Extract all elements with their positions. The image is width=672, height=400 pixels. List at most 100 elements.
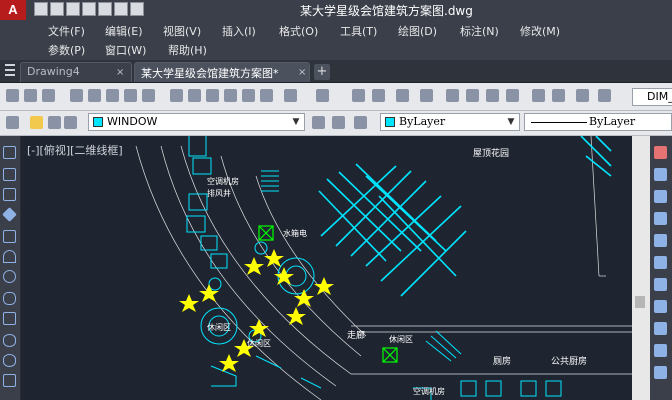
polyline-icon[interactable]: [3, 188, 16, 201]
revision-cloud-icon[interactable]: [3, 292, 16, 305]
menu-draw[interactable]: 绘图(D): [398, 23, 437, 39]
paste-icon[interactable]: [206, 89, 219, 102]
print-icon[interactable]: [70, 89, 83, 102]
new-icon[interactable]: [6, 89, 19, 102]
layer-properties-icon[interactable]: [6, 116, 19, 129]
layer-lock-icon[interactable]: [64, 116, 77, 129]
block-editor-icon[interactable]: [242, 89, 255, 102]
copy-object-icon[interactable]: [654, 168, 667, 181]
spline-icon[interactable]: [3, 312, 16, 325]
undo-icon[interactable]: [114, 2, 128, 16]
menu-view[interactable]: 视图(V): [163, 23, 201, 39]
viewport-controls[interactable]: [-][俯视][二维线框]: [27, 142, 123, 158]
pan-icon[interactable]: [352, 89, 365, 102]
rectangle-icon[interactable]: [3, 230, 16, 243]
vertical-scrollbar[interactable]: [632, 136, 650, 400]
save-as-icon[interactable]: [82, 2, 96, 16]
layer-on-bulb-icon[interactable]: [30, 116, 43, 129]
sheet-set-manager-icon[interactable]: [506, 89, 519, 102]
move-icon[interactable]: [654, 256, 667, 269]
ellipse-icon[interactable]: [3, 334, 16, 347]
trim-icon[interactable]: [654, 344, 667, 357]
hamburger-menu-icon[interactable]: [5, 64, 15, 76]
make-object-layer-current-icon[interactable]: [312, 116, 325, 129]
drawing-label: 走廊: [347, 331, 366, 341]
properties-icon[interactable]: [446, 89, 459, 102]
construction-line-icon[interactable]: [3, 168, 16, 181]
dimension-style-icon[interactable]: [598, 89, 611, 102]
drawing-label: 水箱电: [283, 229, 307, 238]
menu-parameter[interactable]: 参数(P): [48, 42, 85, 58]
drawing-label: 休闲区: [247, 339, 271, 348]
text-style-icon[interactable]: [576, 89, 589, 102]
insert-block-icon[interactable]: [3, 374, 16, 387]
title-bar: A 某大学星级会馆建筑方案图.dwg: [0, 0, 672, 20]
save-icon[interactable]: [42, 89, 55, 102]
chevron-down-icon[interactable]: ▼: [505, 116, 517, 128]
menu-help[interactable]: 帮助(H): [168, 42, 207, 58]
layer-state-icon[interactable]: [354, 116, 367, 129]
layer-previous-icon[interactable]: [332, 116, 345, 129]
line-tool-icon[interactable]: [3, 146, 16, 159]
color-dropdown[interactable]: ByLayer ▼: [380, 113, 520, 131]
close-tab-icon[interactable]: ×: [298, 67, 306, 78]
color-swatch: [385, 117, 395, 127]
layer-dropdown[interactable]: WINDOW ▼: [88, 113, 305, 131]
dimension-style-combo[interactable]: DIM_: [632, 88, 672, 106]
linetype-dropdown[interactable]: ByLayer: [524, 113, 672, 131]
redo-icon[interactable]: [316, 89, 329, 102]
zoom-realtime-icon[interactable]: [372, 89, 385, 102]
menu-window[interactable]: 窗口(W): [105, 42, 146, 58]
open-icon[interactable]: [24, 89, 37, 102]
redo-icon[interactable]: [130, 2, 144, 16]
menu-dimension[interactable]: 标注(N): [460, 23, 499, 39]
scrollbar-thumb[interactable]: [635, 296, 645, 308]
open-file-icon[interactable]: [50, 2, 64, 16]
match-properties-icon[interactable]: [224, 89, 237, 102]
polygon-icon[interactable]: [2, 207, 17, 222]
stretch-icon[interactable]: [654, 322, 667, 335]
cut-icon[interactable]: [170, 89, 183, 102]
ellipse-arc-icon[interactable]: [3, 354, 16, 367]
print-icon[interactable]: [98, 2, 112, 16]
menu-edit[interactable]: 编辑(E): [105, 23, 143, 39]
menu-modify[interactable]: 修改(M): [520, 23, 560, 39]
tab-label: 某大学星级会馆建筑方案图*: [141, 67, 279, 80]
publish-icon[interactable]: [106, 89, 119, 102]
zoom-previous-icon[interactable]: [420, 89, 433, 102]
new-file-icon[interactable]: [34, 2, 48, 16]
3d-print-icon[interactable]: [124, 89, 137, 102]
rotate-icon[interactable]: [654, 278, 667, 291]
menu-tools[interactable]: 工具(T): [340, 23, 377, 39]
menu-format[interactable]: 格式(O): [279, 23, 318, 39]
new-tab-button[interactable]: +: [314, 64, 330, 80]
undo-icon[interactable]: [284, 89, 297, 102]
quickcalc-icon[interactable]: [552, 89, 565, 102]
drawing-label: 休闲区: [389, 335, 413, 344]
erase-icon[interactable]: [654, 146, 667, 159]
tab-active-drawing[interactable]: 某大学星级会馆建筑方案图*: [134, 62, 310, 82]
layer-freeze-icon[interactable]: [48, 116, 61, 129]
print-preview-icon[interactable]: [88, 89, 101, 102]
zoom-window-icon[interactable]: [396, 89, 409, 102]
drawing-canvas[interactable]: [-][俯视][二维线框] 屋顶花园 空调机房 排风井 水箱电 休闲区 休闲区 …: [21, 136, 632, 400]
arc-icon[interactable]: [3, 250, 16, 263]
sheet-set-icon[interactable]: [142, 89, 155, 102]
markup-icon[interactable]: [532, 89, 545, 102]
offset-icon[interactable]: [654, 212, 667, 225]
tool-palettes-icon[interactable]: [486, 89, 499, 102]
extend-icon[interactable]: [654, 366, 667, 379]
scale-icon[interactable]: [654, 300, 667, 313]
array-icon[interactable]: [654, 234, 667, 247]
menu-insert[interactable]: 插入(I): [222, 23, 256, 39]
menu-file[interactable]: 文件(F): [48, 23, 85, 39]
copy-icon[interactable]: [188, 89, 201, 102]
chevron-down-icon[interactable]: ▼: [290, 116, 302, 128]
circle-icon[interactable]: [3, 270, 16, 283]
autocad-logo-icon[interactable]: A: [0, 0, 26, 20]
design-center-icon[interactable]: [466, 89, 479, 102]
save-icon[interactable]: [66, 2, 80, 16]
brush-icon[interactable]: [260, 89, 273, 102]
close-tab-icon[interactable]: ×: [116, 67, 124, 78]
mirror-icon[interactable]: [654, 190, 667, 203]
